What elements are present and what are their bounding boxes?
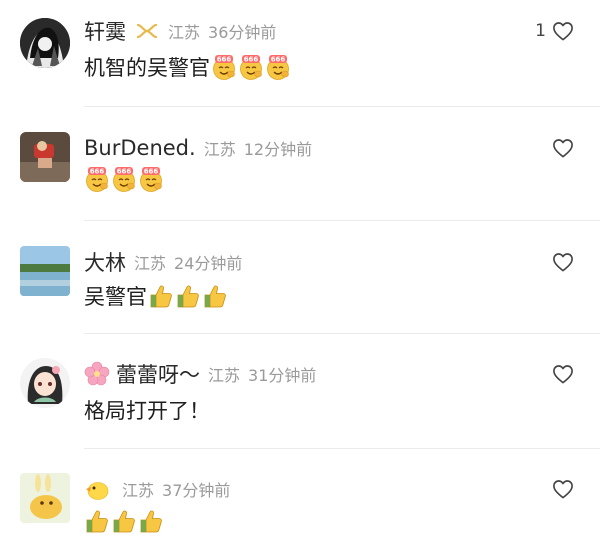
comment-text [84,164,164,194]
comment-header: 蕾蕾呀～ 江苏 31分钟前 [84,361,316,387]
avatar[interactable] [20,473,70,523]
username[interactable]: 大林 [84,247,126,277]
avatar[interactable] [20,358,70,408]
divider [84,106,600,107]
comment-text: 格局打开了！ [84,395,210,425]
thumbs-up-emoji [84,508,110,534]
666-emoji [238,54,264,80]
666-emoji [211,54,237,80]
timestamp: 24分钟前 [174,254,243,273]
comment-text-content: 吴警官 [84,285,147,309]
timestamp: 12分钟前 [243,140,313,159]
comment-header: BurDened. 江苏 12分钟前 [84,135,312,161]
comment-list: 轩霙 江苏 36分钟前 机智的吴警官 1 BurDened. 江苏 12分钟前 … [0,0,600,551]
thumbs-up-emoji [202,283,228,309]
avatar[interactable] [20,132,70,182]
location: 江苏 [168,23,201,42]
comment-item: 轩霙 江苏 36分钟前 机智的吴警官 1 [0,0,600,108]
heart-icon[interactable] [552,479,574,499]
vip-badge-icon [136,22,158,40]
like-count: 1 [535,21,546,41]
thumbs-up-emoji [175,283,201,309]
timestamp: 31分钟前 [248,366,317,385]
comment-item: 江苏 37分钟前 [0,449,600,551]
username[interactable]: BurDened. [84,136,196,160]
comment-text: 吴警官 [84,281,228,311]
heart-icon[interactable] [552,138,574,158]
like-button[interactable] [546,252,574,272]
comment-header: 江苏 37分钟前 [84,476,230,502]
666-emoji [138,166,164,192]
like-button[interactable] [546,479,574,499]
chick-emoji [84,476,110,502]
thumbs-up-emoji [138,508,164,534]
cherry-blossom-emoji [84,361,110,387]
666-emoji [265,54,291,80]
like-button[interactable]: 1 [535,21,574,41]
thumbs-up-emoji [111,508,137,534]
heart-icon[interactable] [552,252,574,272]
comment-item: 蕾蕾呀～ 江苏 31分钟前 格局打开了！ [0,334,600,448]
comment-text-content: 格局打开了！ [84,399,210,423]
comment-item: BurDened. 江苏 12分钟前 [0,108,600,220]
666-emoji [111,166,137,192]
avatar[interactable] [20,18,70,68]
timestamp: 36分钟前 [208,23,277,42]
comment-text [84,506,164,536]
thumbs-up-emoji [148,283,174,309]
location: 江苏 [122,481,155,500]
like-button[interactable] [546,364,574,384]
comment-item: 大林 江苏 24分钟前 吴警官 [0,221,600,334]
666-emoji [84,166,110,192]
location: 江苏 [208,366,241,385]
like-button[interactable] [546,138,574,158]
comment-header: 大林 江苏 24分钟前 [84,249,242,275]
avatar[interactable] [20,246,70,296]
username[interactable]: 轩霙 [84,16,126,46]
comment-text-content: 机智的吴警官 [84,56,210,80]
heart-icon[interactable] [552,21,574,41]
comment-header: 轩霙 江苏 36分钟前 [84,18,276,44]
comment-text: 机智的吴警官 [84,52,291,82]
heart-icon[interactable] [552,364,574,384]
username[interactable]: 蕾蕾呀～ [116,359,200,389]
timestamp: 37分钟前 [162,481,231,500]
location: 江苏 [203,140,236,159]
location: 江苏 [134,254,167,273]
